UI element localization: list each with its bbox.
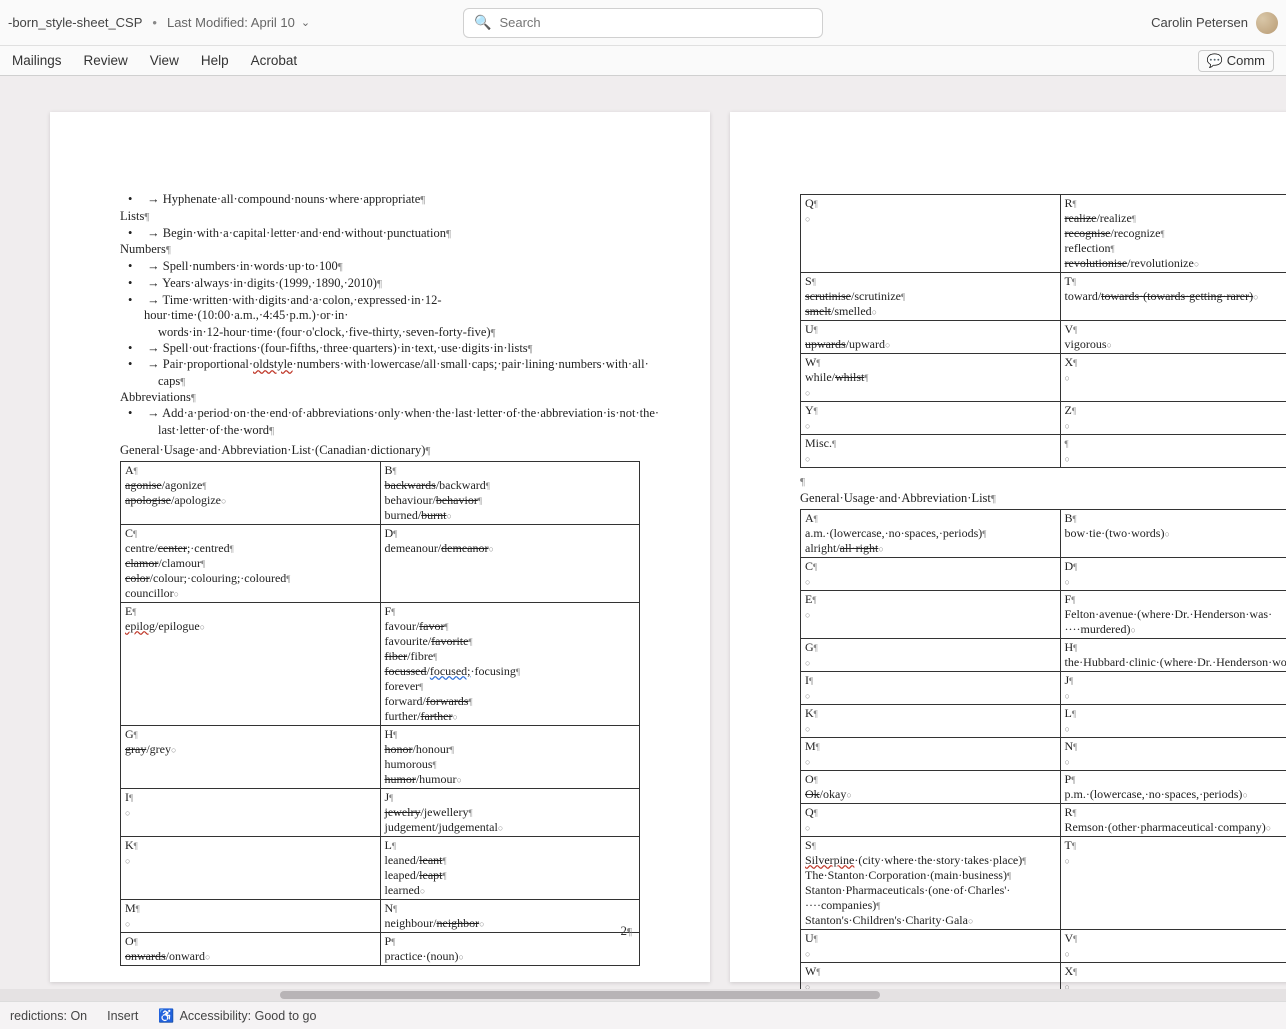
tab-view[interactable]: View [150, 53, 179, 68]
style-table-2a: Q¶○R¶realize/realize¶recognise/recognize… [800, 194, 1286, 468]
document-canvas[interactable]: Hyphenate·all·compound·nouns·where·appro… [0, 76, 1286, 1001]
tab-help[interactable]: Help [201, 53, 229, 68]
comment-icon: 💬 [1207, 53, 1223, 69]
rule-num5c: caps [120, 374, 640, 390]
comments-button[interactable]: 💬 Comm [1198, 50, 1274, 72]
chevron-down-icon[interactable]: ⌄ [301, 16, 310, 29]
rule-num3b: words·in·12-hour·time·(four·o'clock,·fiv… [120, 325, 640, 341]
rule-hyphenate: Hyphenate·all·compound·nouns·where·appro… [120, 192, 640, 208]
status-accessibility[interactable]: ♿ Accessibility: Good to go [158, 1008, 316, 1024]
document-name: -born_style-sheet_CSP [8, 15, 142, 30]
status-insert[interactable]: Insert [107, 1009, 138, 1023]
rule-num1: Spell·numbers·in·words·up·to·100 [120, 259, 640, 275]
blank-para [800, 474, 1286, 490]
search-input[interactable] [499, 15, 812, 30]
page-1[interactable]: Hyphenate·all·compound·nouns·where·appro… [50, 112, 710, 982]
scrollbar-thumb[interactable] [280, 991, 880, 999]
title-bar: -born_style-sheet_CSP • Last Modified: A… [0, 0, 1286, 46]
rule-abbrev-b: last·letter·of·the·word [120, 423, 640, 439]
tab-mailings[interactable]: Mailings [12, 53, 62, 68]
horizontal-scrollbar[interactable] [0, 989, 1286, 1001]
style-table-1: A¶agonise/agonize¶apologise/apologize○B¶… [120, 461, 640, 966]
user-name: Carolin Petersen [1151, 15, 1248, 30]
accessibility-icon: ♿ [158, 1008, 174, 1024]
user-area[interactable]: Carolin Petersen [1151, 12, 1278, 34]
avatar[interactable] [1256, 12, 1278, 34]
tab-review[interactable]: Review [84, 53, 128, 68]
tab-acrobat[interactable]: Acrobat [251, 53, 298, 68]
search-icon: 🔍 [474, 14, 491, 31]
heading-numbers: Numbers [120, 242, 640, 258]
rule-num5: Pair·proportional·oldstyle·numbers·with·… [120, 357, 640, 373]
heading-general-usage-2: General·Usage·and·Abbreviation·List [800, 491, 1286, 507]
page-2[interactable]: Q¶○R¶realize/realize¶recognise/recognize… [730, 112, 1286, 982]
heading-general-usage: General·Usage·and·Abbreviation·List·(Can… [120, 443, 640, 459]
document-title-area[interactable]: -born_style-sheet_CSP • Last Modified: A… [8, 15, 310, 30]
page-number: 2 [621, 923, 632, 940]
search-box[interactable]: 🔍 [463, 8, 823, 38]
ribbon: Mailings Review View Help Acrobat 💬 Comm [0, 46, 1286, 76]
search-container: 🔍 [463, 8, 823, 38]
heading-abbrev: Abbreviations [120, 390, 640, 406]
rule-num3: Time·written·with·digits·and·a·colon,·ex… [120, 293, 640, 324]
status-bar: redictions: On Insert ♿ Accessibility: G… [0, 1001, 1286, 1029]
rule-lists: Begin·with·a·capital·letter·and·end·with… [120, 226, 640, 242]
rule-num4: Spell·out·fractions·(four-fifths,·three·… [120, 341, 640, 357]
rule-abbrev: Add·a·period·on·the·end·of·abbreviations… [120, 406, 640, 422]
comments-label: Comm [1227, 53, 1265, 68]
separator-dot: • [152, 15, 157, 30]
rule-num2: Years·always·in·digits·(1999,·1890,·2010… [120, 276, 640, 292]
heading-lists: Lists [120, 209, 640, 225]
status-predictions[interactable]: redictions: On [10, 1009, 87, 1023]
last-modified-label: Last Modified: April 10 [167, 15, 295, 30]
style-table-2b: A¶a.m.·(lowercase,·no·spaces,·periods)¶a… [800, 509, 1286, 996]
